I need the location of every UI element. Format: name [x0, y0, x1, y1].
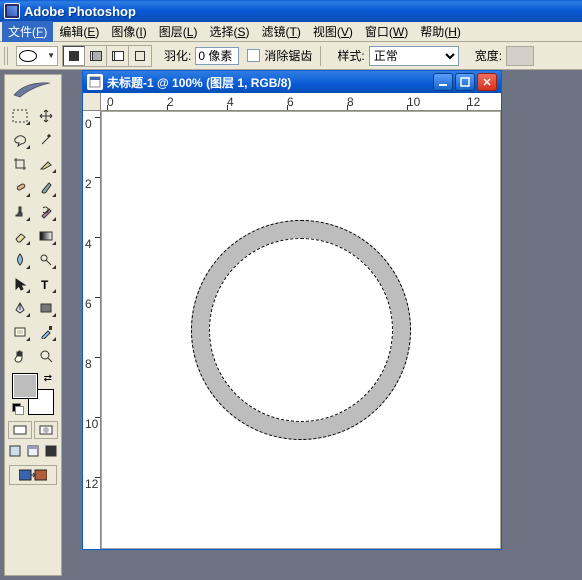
selection-new-button[interactable]	[63, 46, 85, 66]
antialias-checkbox[interactable]	[247, 49, 260, 62]
tool-hand[interactable]	[8, 345, 32, 367]
ruler-v-label: 4	[85, 237, 92, 251]
tool-history-brush[interactable]	[34, 201, 58, 223]
ruler-corner	[83, 93, 101, 111]
tool-dodge[interactable]	[34, 249, 58, 271]
feather-input[interactable]	[195, 47, 239, 65]
tool-brush[interactable]	[34, 177, 58, 199]
selection-add-button[interactable]	[85, 46, 107, 66]
ruler-h-label: 0	[107, 95, 114, 109]
width-input	[506, 46, 534, 66]
selection-intersect-button[interactable]	[129, 46, 151, 66]
window-close-button[interactable]	[477, 73, 497, 91]
feather-label: 羽化:	[164, 47, 191, 64]
ellipse-marquee-icon	[19, 50, 37, 62]
ruler-h-label: 4	[227, 95, 234, 109]
tool-pen[interactable]	[8, 297, 32, 319]
antialias-label: 消除锯齿	[264, 47, 312, 64]
document-window: 未标题-1 @ 100% (图层 1, RGB/8) 0 2 4 6 8 10 12 0 2 4…	[82, 70, 502, 550]
toolbox: T ⇄	[4, 74, 62, 576]
edit-standard-mode-button[interactable]	[8, 421, 32, 439]
menu-file[interactable]: 文件(F)	[2, 21, 53, 42]
menu-select[interactable]: 选择(S)	[203, 21, 255, 42]
screen-full-button[interactable]	[43, 443, 59, 459]
menu-edit[interactable]: 编辑(E)	[53, 21, 105, 42]
ruler-h-label: 12	[467, 95, 480, 109]
toolbox-header-icon	[9, 77, 57, 101]
menu-window[interactable]: 窗口(W)	[359, 21, 414, 42]
menu-bar: 文件(F) 编辑(E) 图像(I) 图层(L) 选择(S) 滤镜(T) 视图(V…	[0, 22, 582, 42]
screen-full-menubar-button[interactable]	[25, 443, 41, 459]
tool-blur[interactable]	[8, 249, 32, 271]
swap-colors-icon[interactable]: ⇄	[44, 373, 52, 384]
selection-inner	[209, 238, 393, 422]
window-minimize-button[interactable]	[433, 73, 453, 91]
tool-lasso[interactable]	[8, 129, 32, 151]
tool-move[interactable]	[34, 105, 58, 127]
ruler-h-label: 10	[407, 95, 420, 109]
tool-preset-dropdown[interactable]: ▼	[16, 46, 58, 66]
tool-zoom[interactable]	[34, 345, 58, 367]
workspace: T ⇄	[0, 70, 582, 580]
style-label: 样式:	[337, 47, 364, 64]
tool-path-select[interactable]	[8, 273, 32, 295]
menu-help[interactable]: 帮助(H)	[414, 21, 467, 42]
menu-layer[interactable]: 图层(L)	[153, 21, 204, 42]
svg-text:T: T	[41, 278, 49, 291]
app-title: Adobe Photoshop	[24, 4, 136, 19]
ruler-vertical[interactable]: 0 2 4 6 8 10 12	[83, 111, 101, 549]
ruler-v-label: 6	[85, 297, 92, 311]
document-title: 未标题-1 @ 100% (图层 1, RGB/8)	[107, 74, 291, 91]
tool-marquee[interactable]	[8, 105, 32, 127]
menu-view[interactable]: 视图(V)	[307, 21, 359, 42]
tool-eraser[interactable]	[8, 225, 32, 247]
foreground-color-swatch[interactable]	[12, 373, 38, 399]
ruler-v-label: 10	[85, 417, 98, 431]
tool-crop[interactable]	[8, 153, 32, 175]
options-grip[interactable]	[4, 47, 10, 65]
width-label: 宽度:	[475, 47, 502, 64]
document-area: 未标题-1 @ 100% (图层 1, RGB/8) 0 2 4 6 8 10 12 0 2 4…	[66, 70, 582, 580]
tool-slice[interactable]	[34, 153, 58, 175]
default-colors-icon[interactable]	[12, 403, 24, 415]
chevron-down-icon: ▼	[47, 51, 55, 60]
options-bar: ▼ 羽化: 消除锯齿 样式: 正常 宽度:	[0, 42, 582, 70]
edit-quickmask-mode-button[interactable]	[34, 421, 58, 439]
ruler-v-label: 2	[85, 177, 92, 191]
tool-gradient[interactable]	[34, 225, 58, 247]
ruler-v-label: 8	[85, 357, 92, 371]
tool-stamp[interactable]	[8, 201, 32, 223]
window-maximize-button[interactable]	[455, 73, 475, 91]
screen-standard-button[interactable]	[7, 443, 23, 459]
selection-subtract-button[interactable]	[107, 46, 129, 66]
antialias-checkbox-row[interactable]: 消除锯齿	[247, 47, 312, 64]
ruler-h-label: 8	[347, 95, 354, 109]
menu-filter[interactable]: 滤镜(T)	[255, 21, 306, 42]
tool-healing[interactable]	[8, 177, 32, 199]
tool-type[interactable]: T	[34, 273, 58, 295]
canvas[interactable]	[101, 111, 501, 549]
document-icon	[87, 74, 103, 90]
menu-image[interactable]: 图像(I)	[105, 21, 152, 42]
ruler-h-label: 6	[287, 95, 294, 109]
tool-notes[interactable]	[8, 321, 32, 343]
style-select[interactable]: 正常	[369, 46, 459, 66]
app-icon	[4, 3, 20, 19]
ruler-v-label: 0	[85, 117, 92, 131]
jump-to-imageready-button[interactable]	[9, 465, 57, 485]
tool-shape[interactable]	[34, 297, 58, 319]
selection-mode-group	[62, 45, 152, 67]
color-swatches: ⇄	[12, 373, 54, 415]
document-titlebar[interactable]: 未标题-1 @ 100% (图层 1, RGB/8)	[83, 71, 501, 93]
ruler-h-label: 2	[167, 95, 174, 109]
ruler-horizontal[interactable]: 0 2 4 6 8 10 12	[101, 93, 501, 111]
options-divider	[320, 46, 321, 66]
tool-wand[interactable]	[34, 129, 58, 151]
tool-eyedropper[interactable]	[34, 321, 58, 343]
ruler-v-label: 12	[85, 477, 98, 491]
app-titlebar: Adobe Photoshop	[0, 0, 582, 22]
